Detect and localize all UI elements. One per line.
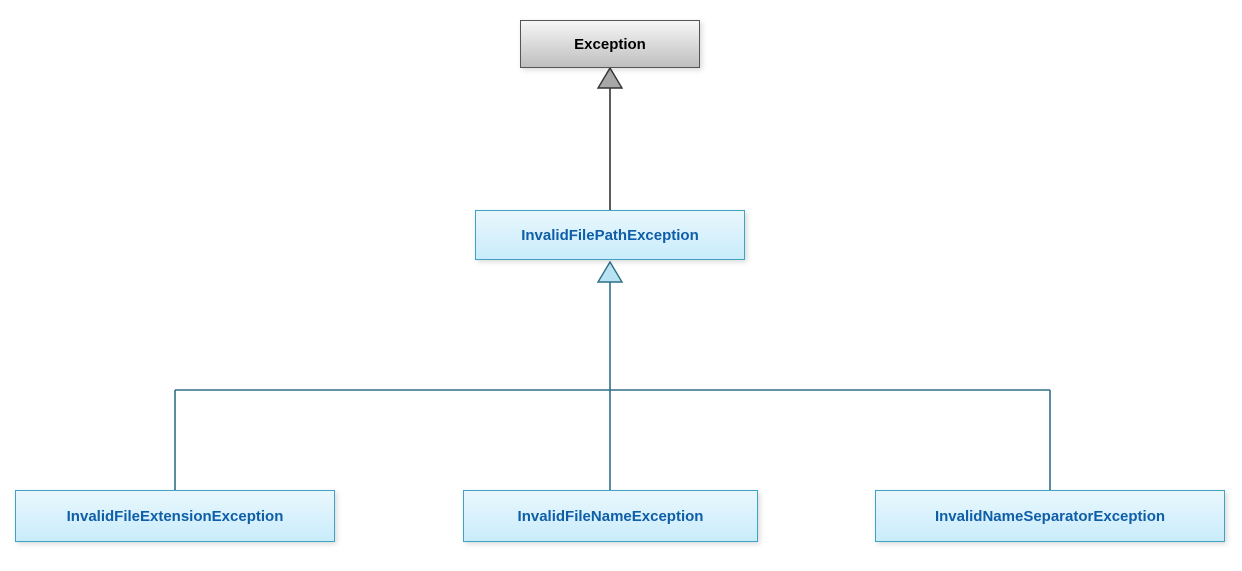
class-label: InvalidNameSeparatorException: [935, 508, 1165, 525]
class-invalid-file-path-exception: InvalidFilePathException: [475, 210, 745, 260]
class-invalid-file-extension-exception: InvalidFileExtensionException: [15, 490, 335, 542]
class-label: InvalidFileExtensionException: [67, 508, 284, 525]
class-invalid-file-name-exception: InvalidFileNameException: [463, 490, 758, 542]
class-label: InvalidFileNameException: [518, 508, 704, 525]
class-invalid-name-separator-exception: InvalidNameSeparatorException: [875, 490, 1225, 542]
class-exception: Exception: [520, 20, 700, 68]
class-label: Exception: [574, 36, 646, 53]
class-label: InvalidFilePathException: [521, 227, 699, 244]
connectors: [0, 0, 1242, 571]
